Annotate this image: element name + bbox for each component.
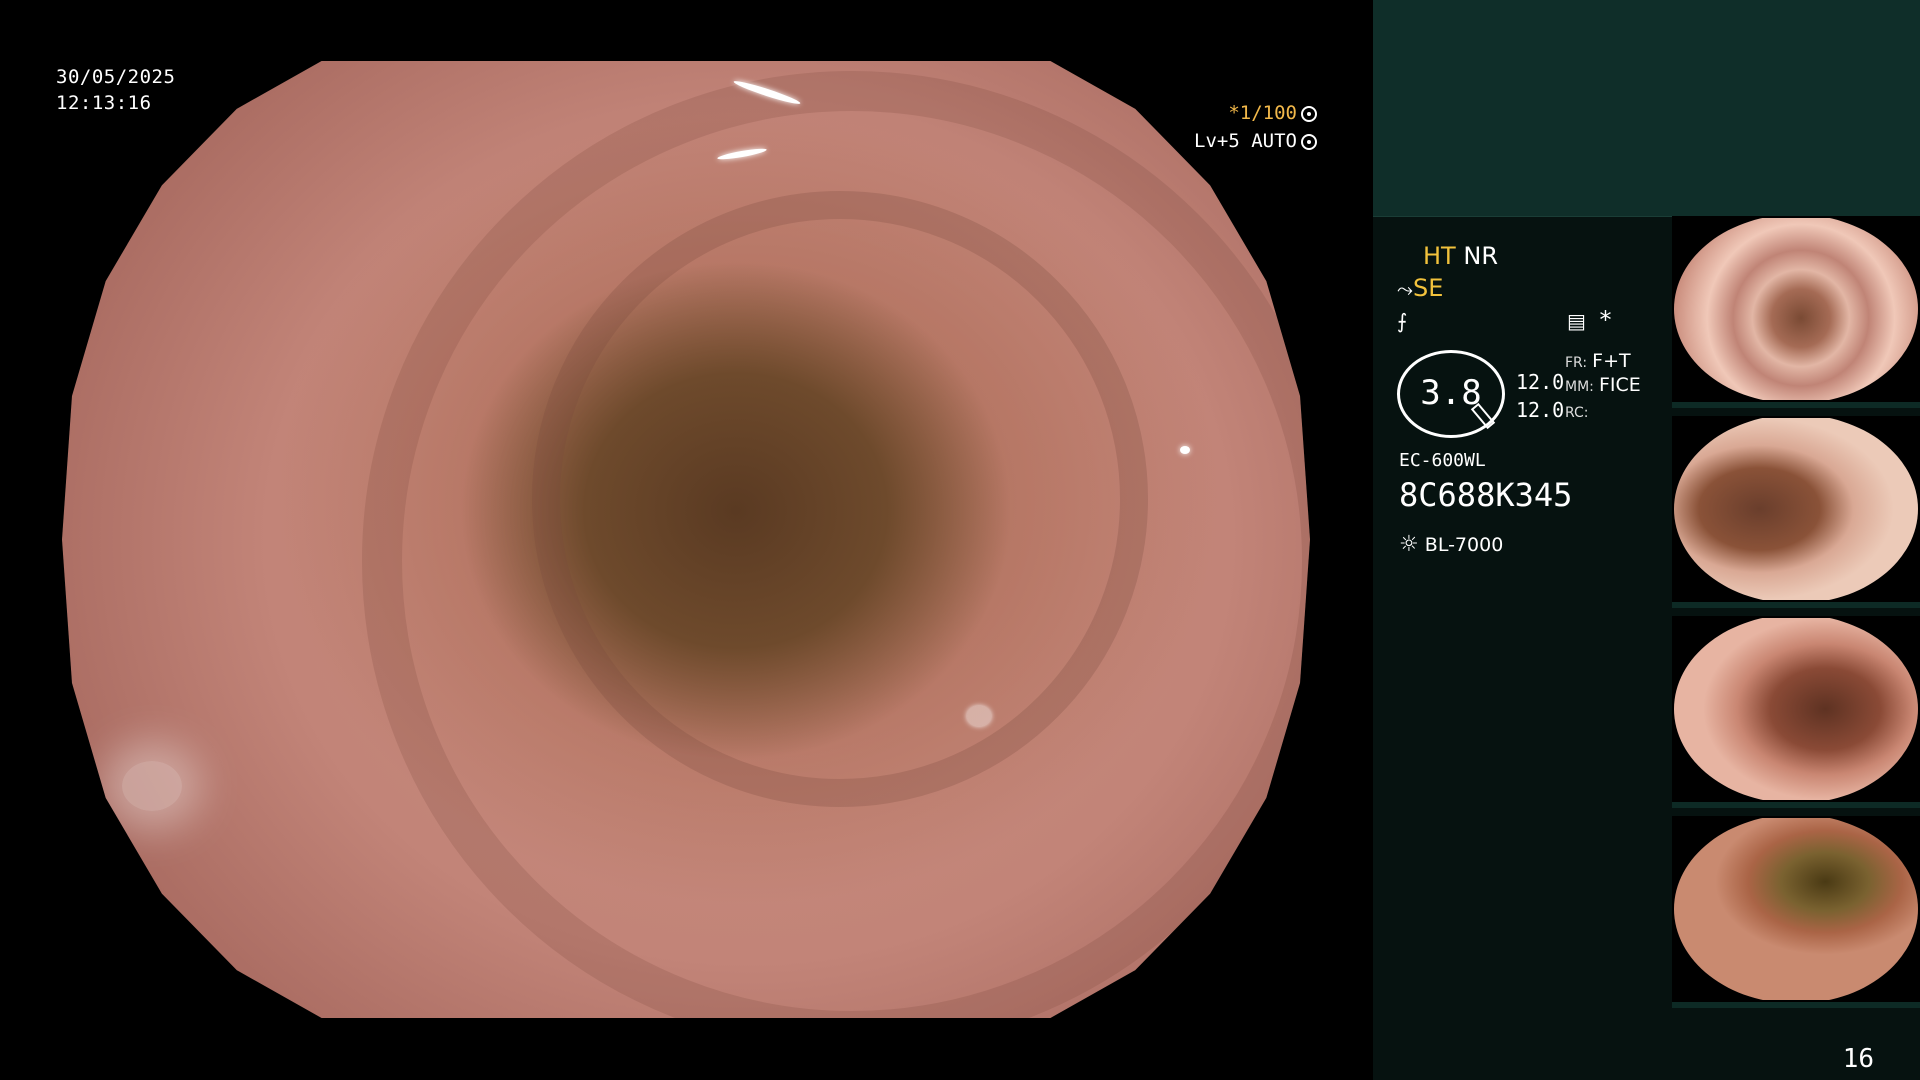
thumbnail-image — [1674, 818, 1918, 1000]
light-source: BL-7000 — [1424, 534, 1504, 556]
asterisk-label: * — [1599, 306, 1612, 334]
endoscope-main-view — [62, 61, 1310, 1018]
value-2: 12.0 — [1516, 398, 1565, 422]
value-1: 12.0 — [1516, 370, 1565, 394]
page-number: 16 — [1842, 1044, 1874, 1074]
time-text: 12:13:16 — [56, 92, 152, 114]
mm-label: MM: — [1565, 379, 1594, 395]
fr-label: FR: — [1565, 355, 1588, 371]
iris-mode: AUTO — [1251, 130, 1297, 152]
nr-label: NR — [1463, 242, 1498, 270]
light-source-icon: ☼ — [1399, 532, 1419, 557]
thumbnail-image — [1674, 218, 1918, 400]
date-time-overlay: 30/05/2025 12:13:16 — [56, 64, 175, 116]
fr-value: F+T — [1592, 350, 1631, 372]
light-reflection — [967, 706, 991, 726]
document-icon: ▤ — [1567, 309, 1586, 333]
light-reflection — [122, 761, 182, 811]
shutter-icon — [1301, 106, 1317, 122]
thumbnail-2[interactable] — [1672, 416, 1920, 608]
enhance-icon: ⤳ — [1397, 277, 1413, 301]
thumbnail-image — [1674, 418, 1918, 600]
light-reflection — [1180, 446, 1190, 454]
brightness-level: Lv+5 — [1194, 130, 1240, 152]
rc-label: RC: — [1565, 405, 1589, 421]
zoom-gauge: 3.8 — [1397, 350, 1505, 438]
filter-icon: ⨍ — [1397, 309, 1408, 333]
thumbnail-4[interactable] — [1672, 816, 1920, 1008]
serial-number: 8C688K345 — [1399, 476, 1573, 514]
thumbnail-1[interactable] — [1672, 216, 1920, 408]
zoom-value: 3.8 — [1420, 373, 1482, 413]
exposure-info: *1/100 Lv+5 AUTO — [1194, 99, 1317, 155]
thumbnail-3[interactable] — [1672, 616, 1920, 808]
shutter-speed: *1/100 — [1228, 102, 1297, 124]
mm-value: FICE — [1598, 374, 1641, 396]
scope-model: EC-600WL — [1399, 450, 1486, 471]
se-label: SE — [1413, 274, 1444, 302]
date-text: 30/05/2025 — [56, 66, 176, 88]
ht-label: HT — [1423, 242, 1456, 270]
iris-icon — [1301, 134, 1317, 150]
mucosal-fold — [362, 71, 1310, 1018]
thumbnail-image — [1674, 618, 1918, 800]
panel-header-band — [1373, 0, 1920, 217]
